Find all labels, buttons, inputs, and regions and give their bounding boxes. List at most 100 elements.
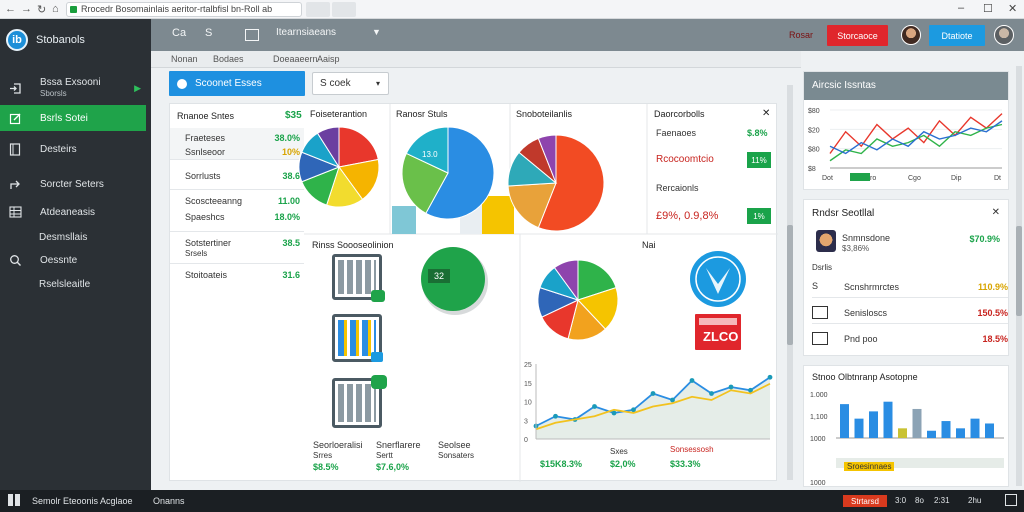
browser-tab[interactable] — [332, 2, 356, 17]
scroll-thumb[interactable] — [1016, 226, 1022, 316]
minimize-icon[interactable]: – — [958, 2, 964, 14]
list-item[interactable]: Senisloscs 150.5% — [812, 302, 1008, 324]
notification-icon[interactable] — [1005, 494, 1017, 506]
taskbar-app[interactable]: Semolr Eteoonis Acglaoe — [32, 496, 133, 506]
section-label: Dsrlis — [812, 263, 832, 272]
bar-chart: 1.0001,100100010001000 — [810, 392, 1004, 487]
calendar-icon[interactable] — [332, 254, 385, 302]
avatar[interactable] — [994, 25, 1014, 45]
primary-red-button[interactable]: Storcaoce — [827, 25, 888, 46]
shield-icon[interactable]: ▼ — [372, 27, 381, 37]
sidebar-item-label: Bsrls Sotei — [40, 112, 88, 124]
report-button[interactable]: Scoonet Esses — [169, 71, 305, 96]
browser-tab[interactable] — [306, 2, 330, 17]
y-tick-label: $8 — [808, 166, 816, 173]
reload-icon[interactable]: ↻ — [37, 3, 46, 16]
back-icon[interactable]: ← — [5, 3, 16, 15]
line-point — [650, 391, 656, 396]
url-bar[interactable]: Rrocedr Bosomainlais aeritor-rtalbfisl b… — [66, 2, 302, 17]
bottom-label: Sxes — [610, 447, 628, 456]
y-tick-label: 3 — [524, 418, 528, 425]
tab-4[interactable]: Aaisp — [317, 54, 340, 64]
home-icon[interactable]: ⌂ — [52, 3, 59, 15]
tray-item[interactable]: 3:0 — [895, 496, 906, 505]
sidebar-item-label: Bssa Exsooni — [40, 77, 101, 88]
bar — [970, 418, 980, 438]
taskbar-red-item[interactable]: Strtarsd — [843, 495, 887, 507]
right-scrollbar[interactable] — [1016, 66, 1022, 486]
line-chart-main: 0 3 10 15 25 — [524, 362, 773, 444]
summary-title: Snerflarere — [376, 440, 421, 450]
sidebar-item-share[interactable]: Sorcter Seters — [0, 171, 151, 197]
bar — [941, 421, 951, 438]
scroll-thumb[interactable] — [787, 225, 793, 345]
tab-2[interactable]: Bodaes — [213, 54, 244, 64]
y-tick-label: 0 — [524, 437, 528, 444]
chart-icon — [812, 306, 828, 319]
close-icon[interactable]: ✕ — [1008, 2, 1017, 15]
red-badge-label: ZLCO — [703, 329, 739, 344]
tab-1[interactable]: Nonan — [171, 54, 198, 64]
sidebar-item-subitem[interactable]: Desmsllais — [39, 232, 87, 243]
logo-badge-icon — [690, 251, 746, 307]
close-icon[interactable]: ✕ — [762, 108, 770, 119]
y-tick-label: $80 — [808, 147, 820, 154]
panel-header: Aircsic Issntas — [804, 72, 1008, 100]
list-item[interactable]: S Scnshrmrctes 110.9% — [812, 276, 1008, 298]
line-point — [689, 378, 695, 383]
close-icon[interactable]: ✕ — [992, 207, 1000, 218]
calendar-icon[interactable] — [332, 375, 387, 428]
sidebar-item-label: Atdeaneasis — [40, 206, 96, 218]
tab-3[interactable]: Doeaaeern — [273, 54, 318, 64]
line-point — [592, 404, 597, 409]
bottom-value: $33.3% — [670, 459, 701, 469]
taskbar-item[interactable]: Onanns — [153, 496, 185, 506]
sidebar-item-overview[interactable]: Bssa Exsooni Sborsls ▶ — [0, 75, 151, 101]
brand[interactable]: ib Stobanols — [6, 27, 85, 53]
detail-value-badge: 11% — [747, 152, 771, 168]
users-icon[interactable]: Ca — [172, 27, 186, 39]
sidebar-item-search[interactable]: Oessnte — [0, 247, 151, 273]
sidebar-item-active[interactable]: Bsrls Sotei — [0, 105, 146, 131]
y-tick-label: 1,100 — [810, 414, 828, 421]
tray-item[interactable]: 8o — [915, 496, 924, 505]
x-tick-label: Dot — [822, 175, 833, 182]
image-icon[interactable] — [245, 29, 259, 41]
bar — [912, 408, 922, 438]
s-menu[interactable]: S — [205, 27, 212, 39]
y-tick-label: $80 — [808, 108, 820, 115]
detail-title: Daorcorbolls — [654, 109, 705, 119]
pie2-label: 13.0 — [422, 150, 438, 159]
windows-start-icon[interactable] — [8, 494, 20, 506]
bar-chart-panel: Stnoo Olbtnranp Asotopne 1.000 1,100 1000 1… — [803, 365, 1009, 487]
sidebar-item-label: Desteirs — [40, 143, 77, 155]
browser-toolbar: ← → ↻ ⌂ Rrocedr Bosomainlais aeritor-rta… — [0, 0, 1024, 19]
avatar[interactable] — [901, 25, 921, 45]
x-tick-label: Dip — [951, 175, 962, 182]
forward-icon[interactable]: → — [21, 3, 32, 15]
line-point — [553, 413, 558, 419]
x-tick-label: Cgo — [908, 175, 921, 182]
brand-name: Stobanols — [36, 34, 85, 46]
select-value: S coek — [320, 78, 351, 89]
calendar-icon[interactable] — [332, 314, 383, 362]
sidebar-item-table[interactable]: Atdeaneasis — [0, 199, 151, 225]
sidebar-item-documents[interactable]: Desteirs — [0, 136, 151, 162]
bar — [898, 428, 907, 438]
filter-select[interactable]: S coek ▾ — [312, 72, 389, 95]
header-menu-label[interactable]: Itearnsiaeans — [276, 27, 336, 38]
maximize-icon[interactable]: ☐ — [983, 2, 993, 15]
summary-sub: Srres — [313, 451, 333, 460]
brand-logo-icon: ib — [6, 29, 28, 51]
header-link[interactable]: Rosar — [789, 30, 813, 40]
chevron-right-icon: ▶ — [134, 82, 141, 93]
detail-panel: Rndsr Seotllal ✕ Snmnsdone $3,86% $70.9%… — [803, 199, 1009, 356]
main-scrollbar[interactable] — [787, 85, 793, 480]
summary-value: $8.5% — [313, 462, 339, 472]
sub-tabs: Nonan Bodaes Doeaaeern Aaisp — [151, 51, 801, 68]
primary-blue-button[interactable]: Dtatiote — [929, 25, 985, 46]
sidebar-item-subitem[interactable]: Rselsleaitle — [39, 279, 90, 290]
bottom-label: Sonsessosh — [670, 445, 714, 454]
list-item[interactable]: Pnd poo 18.5% — [812, 328, 1008, 350]
table-icon — [8, 205, 22, 219]
